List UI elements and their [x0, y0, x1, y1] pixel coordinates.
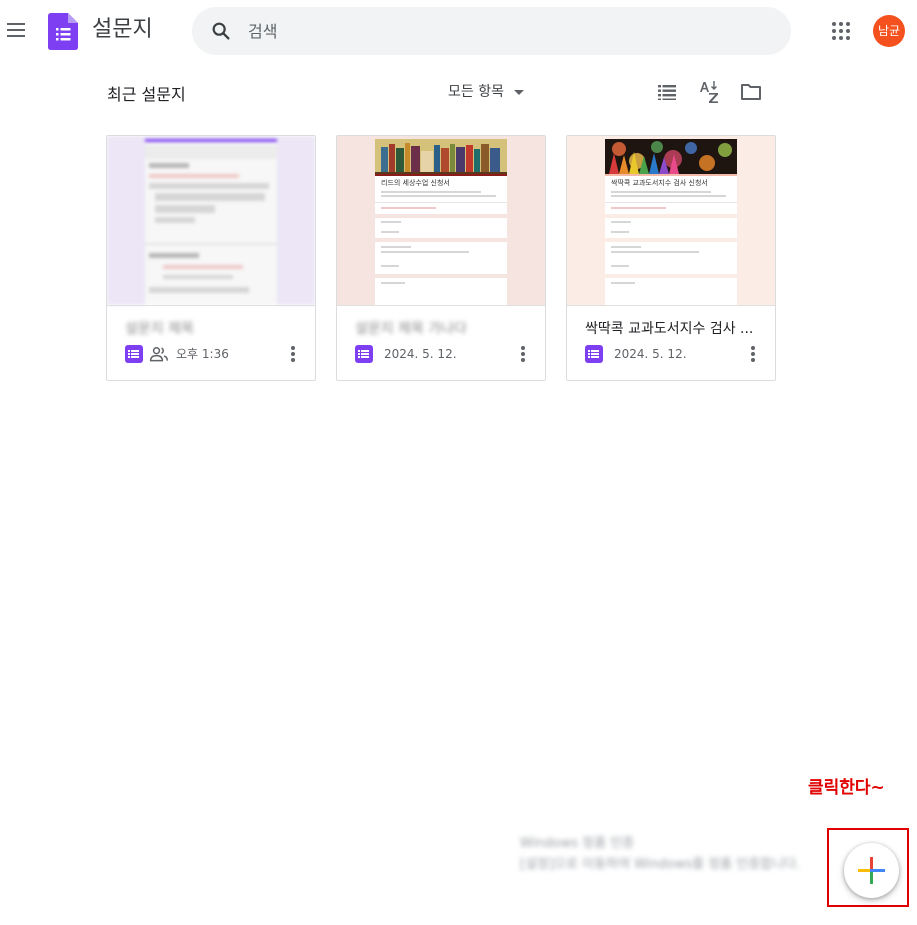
search-icon[interactable] — [210, 20, 232, 42]
owner-filter-label: 모든 항목 — [448, 84, 504, 100]
colored-pencils-header-image — [605, 139, 737, 174]
thumbnail-heading: 싹딱콕 교과도서지수 검사 신청서 — [611, 179, 708, 187]
card-title: 설문지 제목 가나다 — [355, 321, 467, 337]
section-title: 최근 설문지 — [107, 85, 186, 104]
forms-icon — [585, 345, 603, 363]
add-plus-icon — [858, 857, 885, 884]
menu-icon[interactable] — [4, 18, 28, 42]
form-thumbnail: 리드의 세상수업 신청서 — [337, 136, 545, 305]
new-form-button[interactable] — [844, 843, 899, 898]
card-title: 싹딱콕 교과도서지수 검사 ... — [585, 321, 754, 337]
more-options-icon[interactable] — [513, 344, 533, 364]
activation-watermark: Windows 정품 인증 [설정]으로 이동하여 Windows를 정품 인증… — [520, 836, 801, 872]
app-title[interactable]: 설문지 — [92, 13, 153, 47]
card-date: 오후 1:36 — [176, 347, 229, 361]
apps-grid-icon[interactable] — [832, 22, 850, 40]
avatar[interactable]: 남균 — [873, 15, 905, 47]
more-options-icon[interactable] — [743, 344, 763, 364]
form-card[interactable]: 리드의 세상수업 신청서 설문지 제목 가나다 2024. 5. 12. — [336, 135, 546, 381]
shared-people-icon — [149, 347, 169, 362]
owner-filter-dropdown[interactable]: 모든 항목 — [448, 81, 524, 103]
form-thumbnail — [107, 136, 315, 305]
folder-icon[interactable] — [739, 80, 763, 104]
caret-down-icon — [513, 89, 524, 95]
list-view-icon[interactable] — [655, 80, 679, 104]
thumbnail-heading: 리드의 세상수업 신청서 — [381, 179, 450, 187]
forms-icon — [125, 345, 143, 363]
forms-icon — [355, 345, 373, 363]
bookshelf-header-image — [375, 139, 507, 174]
form-card[interactable]: 설문지 제목 오후 1:36 — [106, 135, 316, 381]
annotation-label: 클릭한다~ — [808, 778, 885, 798]
card-date: 2024. 5. 12. — [384, 347, 457, 361]
search-input[interactable] — [248, 14, 768, 48]
more-options-icon[interactable] — [283, 344, 303, 364]
forms-logo-icon[interactable] — [48, 13, 78, 50]
form-thumbnail: 싹딱콕 교과도서지수 검사 신청서 — [567, 136, 775, 305]
card-date: 2024. 5. 12. — [614, 347, 687, 361]
sort-az-icon[interactable] — [697, 80, 721, 104]
form-card[interactable]: 싹딱콕 교과도서지수 검사 신청서 싹딱콕 교과도서지수 검사 ... 2024… — [566, 135, 776, 381]
card-title: 설문지 제목 — [125, 321, 194, 337]
